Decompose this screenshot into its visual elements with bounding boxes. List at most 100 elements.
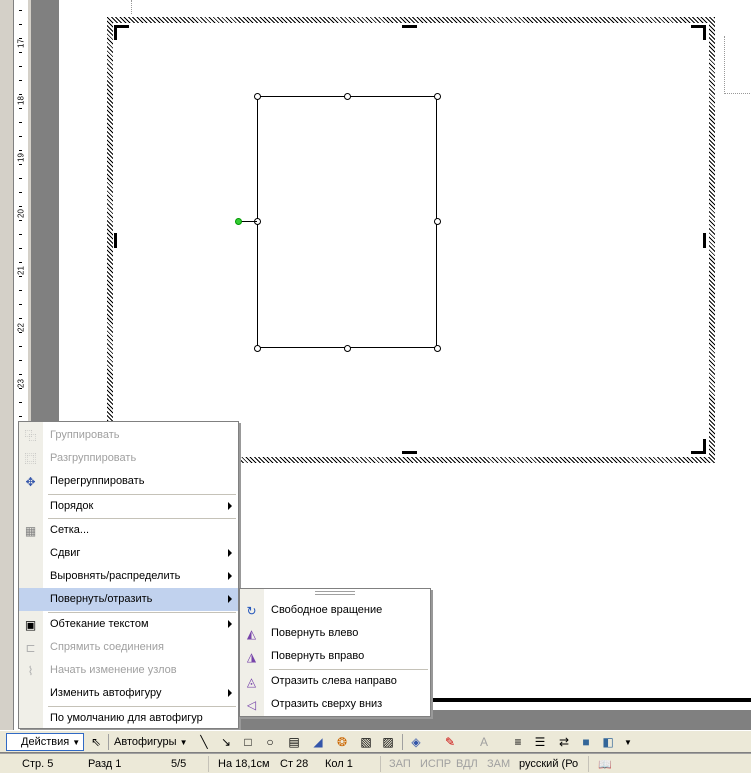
status-language[interactable]: русский (Ро <box>519 758 578 770</box>
status-rec[interactable]: ЗАП <box>389 758 411 770</box>
dash-style-icon[interactable]: ☰ <box>532 734 548 750</box>
status-section: Разд 1 <box>88 758 122 770</box>
ruler-tick <box>19 262 22 263</box>
status-separator <box>588 756 589 772</box>
canvas-corner-mark[interactable] <box>703 439 706 454</box>
free-rotate-icon: ↻ <box>246 603 257 618</box>
menu-item-label: Спрямить соединения <box>50 641 164 653</box>
menu-item-rotate-flip[interactable]: Повернуть/отразить <box>19 588 238 611</box>
menu-item-label: По умолчанию для автофигур <box>50 712 203 724</box>
ruler-tick <box>19 416 22 417</box>
shadow-style-icon[interactable]: ■ <box>578 734 594 750</box>
line-icon[interactable]: ╲ <box>196 734 212 750</box>
spelling-status-icon[interactable]: 📖 <box>598 758 612 771</box>
status-position: На 18,1см <box>218 758 270 770</box>
ruler-tick <box>19 94 22 95</box>
menu-item-label: Отразить слева направо <box>271 675 397 687</box>
rotation-handle[interactable] <box>235 218 242 225</box>
line-style-icon[interactable]: ≡ <box>510 734 526 750</box>
flip-vertical-icon: ◁ <box>246 697 257 712</box>
menu-item-label: Отразить сверху вниз <box>271 698 383 710</box>
menu-item-label: Порядок <box>50 500 94 512</box>
ruler-tick <box>19 374 22 375</box>
rotate-flip-submenu: ↻ Свободное вращение ◭ Повернуть влево ◮… <box>239 588 431 717</box>
menu-item-flip-horizontal[interactable]: ◬ Отразить слева направо <box>240 670 430 693</box>
canvas-side-mark[interactable] <box>402 25 417 28</box>
menu-item-free-rotate[interactable]: ↻ Свободное вращение <box>240 599 430 622</box>
arrow-style-icon[interactable]: ⇄ <box>556 734 572 750</box>
menu-item-regroup[interactable]: ✥ Перегруппировать <box>19 470 238 493</box>
canvas-side-mark[interactable] <box>703 233 706 248</box>
status-separator <box>380 756 381 772</box>
resize-handle[interactable] <box>344 93 351 100</box>
submenu-drag-handle[interactable] <box>315 591 355 595</box>
wordart-icon[interactable]: ◢ <box>310 734 326 750</box>
menu-item-nudge[interactable]: Сдвиг <box>19 542 238 565</box>
menu-item-grid[interactable]: ▦ Сетка... <box>19 519 238 542</box>
rectangle-shape[interactable] <box>257 96 437 348</box>
ruler-number: 19 <box>16 153 26 162</box>
autoshapes-button[interactable]: Автофигуры ▼ <box>114 733 188 751</box>
menu-item-label: Повернуть вправо <box>271 650 365 662</box>
resize-handle[interactable] <box>344 345 351 352</box>
menu-item-label: Изменить автофигуру <box>50 687 162 699</box>
status-ovr[interactable]: ЗАМ <box>487 758 510 770</box>
canvas-side-mark[interactable] <box>402 451 417 454</box>
ruler-tick <box>19 66 22 67</box>
ruler-tick <box>19 234 22 235</box>
ruler-tick <box>19 290 22 291</box>
menu-item-label: Группировать <box>50 429 120 441</box>
menu-item-group[interactable]: ⿻ Группировать <box>19 424 238 447</box>
menu-item-flip-vertical[interactable]: ◁ Отразить сверху вниз <box>240 693 430 716</box>
text-box-icon[interactable]: ▤ <box>286 734 302 750</box>
oval-icon[interactable]: ○ <box>262 734 278 750</box>
autoshapes-label: Автофигуры <box>114 736 177 748</box>
rectangle-icon[interactable]: □ <box>240 734 256 750</box>
menu-item-align-distribute[interactable]: Выровнять/распределить <box>19 565 238 588</box>
menu-item-rotate-right[interactable]: ◮ Повернуть вправо <box>240 645 430 668</box>
menu-item-edit-points[interactable]: ⌇ Начать изменение узлов <box>19 659 238 682</box>
ruler-tick <box>19 10 22 11</box>
menu-item-set-autoshape-defaults[interactable]: По умолчанию для автофигур <box>19 707 238 730</box>
status-separator <box>208 756 209 772</box>
resize-handle[interactable] <box>254 93 261 100</box>
menu-item-straighten-connectors[interactable]: ⊏ Спрямить соединения <box>19 636 238 659</box>
canvas-side-mark[interactable] <box>114 233 117 248</box>
line-color-icon[interactable]: ✎ <box>442 734 458 750</box>
status-trk[interactable]: ИСПР <box>420 758 451 770</box>
clipart-icon[interactable]: ▧ <box>358 734 374 750</box>
menu-item-text-wrapping[interactable]: ▣ Обтекание текстом <box>19 613 238 636</box>
actions-button[interactable]: Действия ▼ <box>6 733 84 751</box>
status-ext[interactable]: ВДЛ <box>456 758 478 770</box>
menu-item-label: Сетка... <box>50 524 90 536</box>
diagram-icon[interactable]: ❂ <box>334 734 350 750</box>
toolbar-separator <box>108 734 109 750</box>
ruler-number: 20 <box>16 209 26 218</box>
arrow-icon[interactable]: ↘ <box>218 734 234 750</box>
menu-item-change-autoshape[interactable]: Изменить автофигуру <box>19 682 238 705</box>
resize-handle[interactable] <box>434 345 441 352</box>
3d-style-icon[interactable]: ◧ <box>600 734 616 750</box>
toolbar-options-icon[interactable]: ▼ <box>620 734 636 750</box>
canvas-corner-mark[interactable] <box>114 25 117 40</box>
font-color-icon[interactable]: A <box>476 734 492 750</box>
menu-item-label: Обтекание текстом <box>50 618 149 630</box>
ruler-tick <box>19 38 22 39</box>
text-boundary-corner <box>724 36 751 94</box>
resize-handle[interactable] <box>434 218 441 225</box>
rotate-right-icon: ◮ <box>246 649 257 664</box>
menu-item-order[interactable]: Порядок <box>19 495 238 518</box>
ruler-tick <box>19 122 22 123</box>
canvas-corner-mark[interactable] <box>703 25 706 40</box>
resize-handle[interactable] <box>434 93 441 100</box>
ruler-tick <box>19 402 22 403</box>
rotate-left-icon: ◭ <box>246 626 257 641</box>
status-page: Стр. 5 <box>22 758 54 770</box>
insert-picture-icon[interactable]: ▨ <box>380 734 396 750</box>
select-objects-icon[interactable]: ⇖ <box>88 734 104 750</box>
resize-handle[interactable] <box>254 345 261 352</box>
edit-points-icon: ⌇ <box>27 663 34 678</box>
fill-color-icon[interactable]: ◈ <box>408 734 424 750</box>
menu-item-ungroup[interactable]: ⿴ Разгруппировать <box>19 447 238 470</box>
menu-item-rotate-left[interactable]: ◭ Повернуть влево <box>240 622 430 645</box>
